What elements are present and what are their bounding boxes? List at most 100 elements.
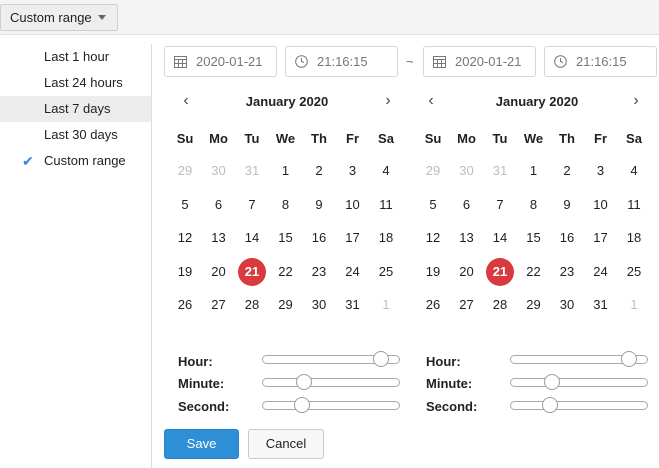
cancel-button[interactable]: Cancel	[248, 429, 324, 459]
day-cell[interactable]: 20	[203, 257, 235, 287]
slider-handle[interactable]	[542, 397, 558, 413]
day-cell[interactable]: 24	[585, 257, 617, 287]
selected-day-cell[interactable]: 21	[484, 257, 516, 287]
day-cell[interactable]: 2	[303, 156, 335, 186]
day-cell[interactable]: 31	[337, 290, 369, 320]
second-slider[interactable]	[510, 397, 648, 413]
slider-handle[interactable]	[373, 351, 389, 367]
hour-slider[interactable]	[262, 351, 400, 367]
day-cell[interactable]: 31	[585, 290, 617, 320]
day-cell[interactable]: 12	[169, 223, 201, 253]
day-cell[interactable]: 26	[417, 290, 449, 320]
day-cell[interactable]: 22	[518, 257, 550, 287]
day-cell[interactable]: 30	[303, 290, 335, 320]
day-cell[interactable]: 4	[370, 156, 402, 186]
preset-last-1-hour[interactable]: Last 1 hour	[0, 44, 151, 70]
next-month-button[interactable]: ›	[380, 92, 396, 110]
day-cell[interactable]: 17	[585, 223, 617, 253]
day-cell[interactable]: 8	[518, 190, 550, 220]
selected-day-cell[interactable]: 21	[236, 257, 268, 287]
preset-last-24-hours[interactable]: Last 24 hours	[0, 70, 151, 96]
day-cell[interactable]: 3	[585, 156, 617, 186]
day-cell[interactable]: 30	[203, 156, 235, 186]
day-cell[interactable]: 23	[303, 257, 335, 287]
day-cell[interactable]: 4	[618, 156, 650, 186]
day-cell[interactable]: 14	[484, 223, 516, 253]
slider-handle[interactable]	[544, 374, 560, 390]
prev-month-button[interactable]: ‹	[423, 92, 439, 110]
day-cell[interactable]: 10	[337, 190, 369, 220]
day-cell[interactable]: 25	[618, 257, 650, 287]
day-cell[interactable]: 3	[337, 156, 369, 186]
day-cell[interactable]: 8	[270, 190, 302, 220]
day-cell[interactable]: 6	[451, 190, 483, 220]
day-cell[interactable]: 22	[270, 257, 302, 287]
day-cell[interactable]: 11	[370, 190, 402, 220]
weekday-header: Mo	[457, 131, 476, 146]
day-cell[interactable]: 1	[270, 156, 302, 186]
day-cell[interactable]: 2	[551, 156, 583, 186]
day-cell[interactable]: 7	[236, 190, 268, 220]
day-cell[interactable]: 14	[236, 223, 268, 253]
preset-last-7-days[interactable]: Last 7 days	[0, 96, 151, 122]
day-cell[interactable]: 13	[203, 223, 235, 253]
day-cell[interactable]: 15	[270, 223, 302, 253]
day-cell[interactable]: 18	[370, 223, 402, 253]
preset-custom-range[interactable]: ✔ Custom range	[0, 148, 151, 174]
day-cell[interactable]: 15	[518, 223, 550, 253]
day-cell[interactable]: 7	[484, 190, 516, 220]
day-cell[interactable]: 17	[337, 223, 369, 253]
day-cell[interactable]: 19	[417, 257, 449, 287]
day-cell[interactable]: 27	[203, 290, 235, 320]
minute-slider[interactable]	[262, 374, 400, 390]
day-cell[interactable]: 6	[203, 190, 235, 220]
range-dropdown-button[interactable]: Custom range	[0, 4, 118, 31]
day-cell[interactable]: 24	[337, 257, 369, 287]
day-cell[interactable]: 23	[551, 257, 583, 287]
day-cell[interactable]: 28	[484, 290, 516, 320]
day-cell[interactable]: 30	[551, 290, 583, 320]
day-cell[interactable]: 1	[370, 290, 402, 320]
hour-label: Hour:	[178, 354, 213, 369]
slider-handle[interactable]	[294, 397, 310, 413]
day-cell[interactable]: 29	[169, 156, 201, 186]
day-cell[interactable]: 18	[618, 223, 650, 253]
slider-handle[interactable]	[296, 374, 312, 390]
day-cell[interactable]: 29	[518, 290, 550, 320]
day-cell[interactable]: 12	[417, 223, 449, 253]
start-date-input[interactable]: 2020-01-21	[164, 46, 277, 77]
prev-month-button[interactable]: ‹	[178, 92, 194, 110]
day-cell[interactable]: 31	[236, 156, 268, 186]
day-cell[interactable]: 30	[451, 156, 483, 186]
day-cell[interactable]: 19	[169, 257, 201, 287]
slider-handle[interactable]	[621, 351, 637, 367]
day-cell[interactable]: 9	[551, 190, 583, 220]
day-cell[interactable]: 9	[303, 190, 335, 220]
end-time-input[interactable]: 21:16:15	[544, 46, 657, 77]
next-month-button[interactable]: ›	[628, 92, 644, 110]
day-cell[interactable]: 29	[417, 156, 449, 186]
day-cell[interactable]: 16	[303, 223, 335, 253]
day-cell[interactable]: 16	[551, 223, 583, 253]
day-cell[interactable]: 31	[484, 156, 516, 186]
minute-slider[interactable]	[510, 374, 648, 390]
day-cell[interactable]: 5	[417, 190, 449, 220]
hour-slider[interactable]	[510, 351, 648, 367]
day-cell[interactable]: 10	[585, 190, 617, 220]
day-cell[interactable]: 25	[370, 257, 402, 287]
end-date-input[interactable]: 2020-01-21	[423, 46, 536, 77]
second-slider[interactable]	[262, 397, 400, 413]
day-cell[interactable]: 1	[518, 156, 550, 186]
day-cell[interactable]: 11	[618, 190, 650, 220]
day-cell[interactable]: 20	[451, 257, 483, 287]
day-cell[interactable]: 29	[270, 290, 302, 320]
day-cell[interactable]: 26	[169, 290, 201, 320]
day-cell[interactable]: 28	[236, 290, 268, 320]
day-cell[interactable]: 1	[618, 290, 650, 320]
save-button[interactable]: Save	[164, 429, 239, 459]
day-cell[interactable]: 5	[169, 190, 201, 220]
day-cell[interactable]: 27	[451, 290, 483, 320]
start-time-input[interactable]: 21:16:15	[285, 46, 398, 77]
day-cell[interactable]: 13	[451, 223, 483, 253]
preset-last-30-days[interactable]: Last 30 days	[0, 122, 151, 148]
